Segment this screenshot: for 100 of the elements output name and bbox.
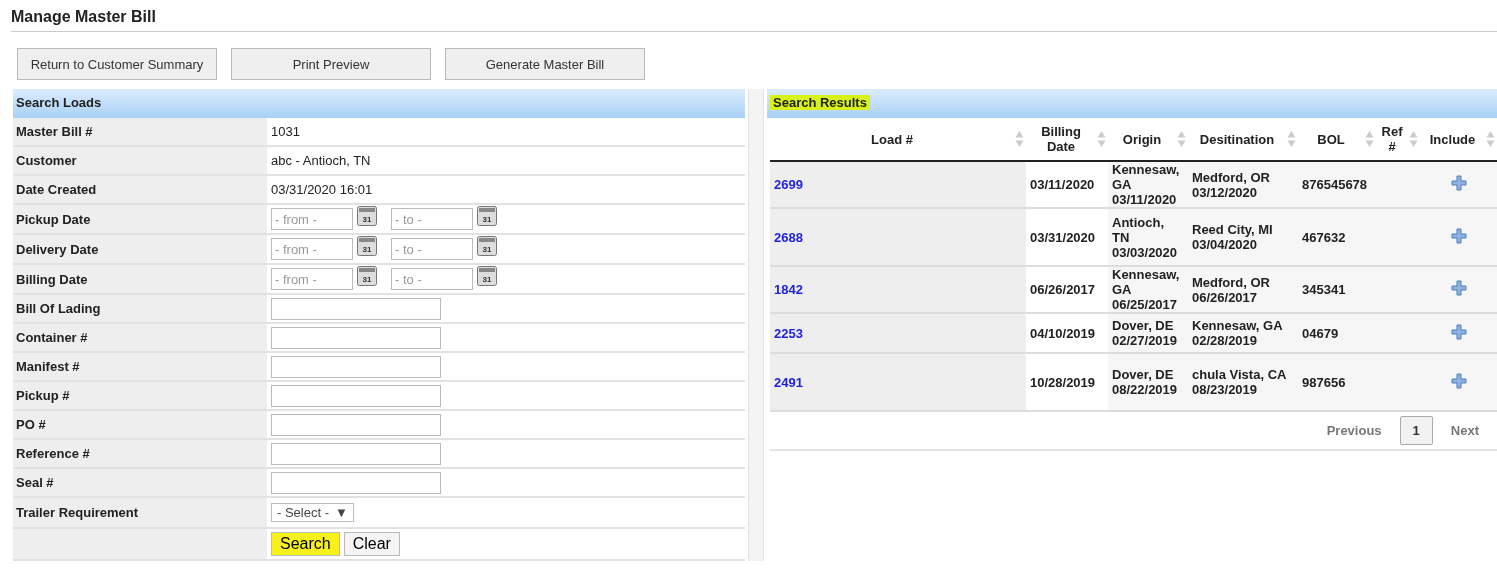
date-from-field[interactable]: - from - (271, 238, 353, 260)
table-cell-text: Kennesaw, GA (1112, 162, 1181, 192)
sort-icon[interactable] (1097, 130, 1106, 148)
plus-icon[interactable] (1450, 323, 1467, 340)
input-field[interactable] (271, 355, 441, 378)
load-link[interactable]: 1842 (774, 282, 803, 297)
calendar-icon[interactable]: 31 (477, 265, 497, 286)
date-to-field[interactable]: - to - (391, 238, 473, 260)
field-label: Customer (13, 147, 267, 174)
toolbar-button[interactable]: Generate Master Bill (445, 48, 645, 80)
table-cell-text: Dover, DE (1112, 318, 1175, 333)
section-title: Search Loads (16, 95, 102, 110)
column-header[interactable]: Include (1422, 131, 1483, 147)
table-cell-text: 02/28/2019 (1192, 333, 1259, 348)
table-cell-text: 03/12/2020 (1192, 184, 1259, 200)
field-label: Pickup # (13, 382, 267, 409)
table-cell-text: Medford, OR (1192, 169, 1271, 185)
table-cell: 04679 (1302, 325, 1339, 341)
sort-icon[interactable] (1177, 130, 1186, 148)
sort-icon[interactable] (1015, 130, 1024, 148)
column-header[interactable]: Desitination (1190, 131, 1284, 147)
field-value: abc - Antioch, TN (271, 153, 371, 168)
table-cell-text: 06/26/2017 (1192, 289, 1259, 305)
field-label: Pickup Date (13, 205, 267, 233)
input-field[interactable] (271, 297, 441, 320)
plus-icon[interactable] (1450, 227, 1467, 244)
page-title: Manage Master Bill (11, 8, 156, 27)
calendar-icon[interactable]: 31 (357, 265, 377, 286)
toolbar-button[interactable]: Return to Customer Summary (17, 48, 217, 80)
field-label: Reference # (13, 440, 267, 467)
table-cell: 987656 (1302, 374, 1346, 390)
toolbar-button[interactable]: Print Preview (231, 48, 431, 80)
field-label: Date Created (13, 176, 267, 203)
load-link[interactable]: 2491 (774, 374, 803, 390)
field-value: 03/31/2020 16:01 (271, 182, 373, 197)
field-label: Seal # (13, 469, 267, 496)
sort-icon[interactable] (1365, 130, 1374, 148)
table-cell-text: 03/04/2020 (1192, 237, 1259, 252)
field-label: Trailer Requirement (13, 498, 267, 527)
input-field[interactable] (271, 442, 441, 465)
table-cell: 876545678 (1302, 177, 1368, 192)
table-cell-text: Antioch, TN (1112, 214, 1165, 245)
table-cell-text: 08/23/2019 (1192, 382, 1259, 397)
calendar-icon[interactable]: 31 (477, 205, 497, 226)
input-field[interactable] (271, 413, 441, 436)
pagination-button[interactable]: Previous (1308, 416, 1400, 445)
table-cell-text: chula Vista, CA (1192, 367, 1288, 382)
plus-icon[interactable] (1450, 280, 1467, 296)
load-link[interactable]: 2688 (774, 229, 803, 245)
table-cell-text: Kennesaw, GA (1192, 318, 1284, 333)
table-cell-text: 03/11/2020 (1112, 192, 1178, 207)
date-to-field[interactable]: - to - (391, 208, 473, 230)
table-cell: 10/28/2019 (1030, 374, 1096, 390)
table-cell: 06/26/2017 (1030, 282, 1096, 297)
table-cell: 467632 (1302, 229, 1346, 245)
table-cell-text: Kennesaw, GA (1112, 267, 1181, 297)
date-to-field[interactable]: - to - (391, 268, 473, 290)
table-cell-text: Dover, DE (1112, 367, 1175, 382)
calendar-icon[interactable]: 31 (357, 205, 377, 226)
sort-icon[interactable] (1287, 130, 1296, 148)
table-cell: 04/10/2019 (1030, 325, 1096, 341)
form-button[interactable]: Clear (343, 532, 400, 556)
column-header[interactable]: Ref # (1378, 124, 1406, 154)
table-cell-text: Medford, OR (1192, 274, 1271, 290)
table-cell-text: 03/03/2020 (1112, 244, 1179, 260)
table-cell: 03/11/2020 (1030, 177, 1095, 192)
input-field[interactable] (271, 384, 441, 407)
pagination-button[interactable]: Next (1432, 416, 1497, 445)
load-link[interactable]: 2253 (774, 325, 803, 341)
column-header[interactable]: Load # (772, 131, 1012, 147)
column-header[interactable]: Origin (1110, 131, 1174, 147)
field-label: Billing Date (13, 265, 267, 293)
splitter-bar[interactable] (748, 89, 764, 561)
calendar-icon[interactable]: 31 (477, 235, 497, 256)
plus-icon[interactable] (1450, 372, 1467, 389)
calendar-icon[interactable]: 31 (357, 235, 377, 256)
field-value: 1031 (271, 124, 300, 139)
table-cell: 03/31/2020 (1030, 229, 1096, 245)
load-link[interactable]: 2699 (774, 177, 803, 192)
date-from-field[interactable]: - from - (271, 208, 353, 230)
column-header[interactable]: Billing Date (1028, 124, 1094, 154)
date-from-field[interactable]: - from - (271, 268, 353, 290)
table-cell: 345341 (1302, 282, 1346, 297)
column-header[interactable]: BOL (1300, 131, 1362, 147)
form-button[interactable]: Search (271, 532, 340, 556)
table-cell-text: 08/22/2019 (1112, 382, 1179, 397)
field-label: Master Bill # (13, 118, 267, 145)
input-field[interactable] (271, 471, 441, 494)
table-cell-text: Reed City, MI (1192, 222, 1274, 237)
section-title: Search Results (770, 95, 870, 110)
input-field[interactable] (271, 326, 441, 349)
sort-icon[interactable] (1409, 130, 1418, 148)
field-label: Bill Of Lading (13, 295, 267, 322)
pagination-button[interactable]: 1 (1399, 416, 1433, 445)
plus-icon[interactable] (1450, 175, 1467, 191)
select-dropdown[interactable]: - Select - ▼ (271, 503, 354, 522)
field-label: PO # (13, 411, 267, 438)
field-label: Container # (13, 324, 267, 351)
table-cell-text: 06/25/2017 (1112, 297, 1179, 312)
sort-icon[interactable] (1486, 130, 1495, 148)
